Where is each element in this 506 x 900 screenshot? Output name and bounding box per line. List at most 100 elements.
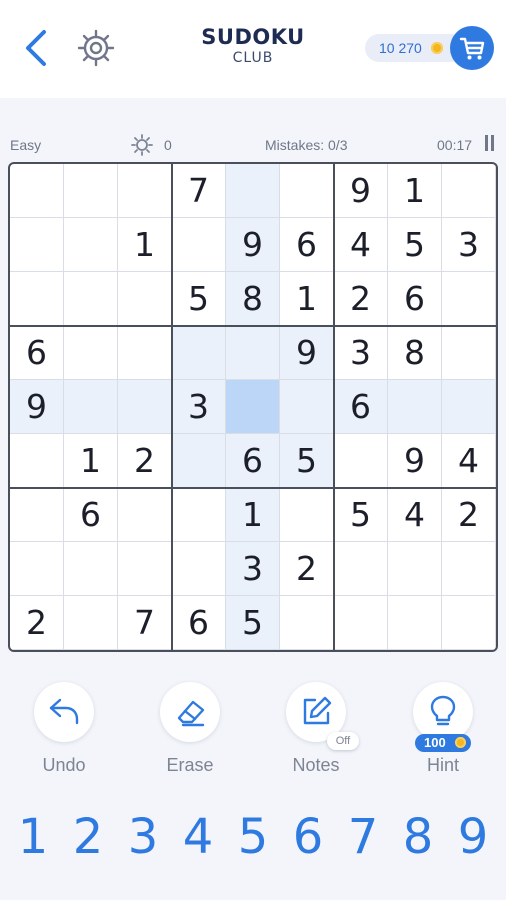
sudoku-cell[interactable] [280, 488, 334, 542]
sudoku-cell[interactable] [334, 434, 388, 488]
sudoku-cell[interactable]: 6 [172, 596, 226, 650]
sudoku-cell[interactable] [226, 326, 280, 380]
sudoku-cell[interactable]: 9 [388, 434, 442, 488]
undo-label: Undo [42, 755, 86, 775]
sudoku-cell[interactable] [442, 542, 496, 596]
number-key-4[interactable]: 4 [171, 808, 225, 866]
sudoku-cell[interactable] [334, 596, 388, 650]
sudoku-cell[interactable]: 5 [334, 488, 388, 542]
sudoku-cell[interactable] [280, 164, 334, 218]
sudoku-cell[interactable] [10, 272, 64, 326]
number-key-5[interactable]: 5 [226, 808, 280, 866]
sudoku-cell[interactable]: 6 [64, 488, 118, 542]
sudoku-cell[interactable]: 1 [388, 164, 442, 218]
number-key-9[interactable]: 9 [446, 808, 500, 866]
sudoku-cell[interactable]: 4 [442, 434, 496, 488]
sudoku-cell[interactable]: 1 [226, 488, 280, 542]
sudoku-cell[interactable] [64, 326, 118, 380]
back-button[interactable] [20, 26, 54, 70]
sudoku-cell[interactable]: 3 [172, 380, 226, 434]
erase-button[interactable]: Erase [145, 682, 235, 782]
sudoku-cell[interactable] [388, 380, 442, 434]
sudoku-cell[interactable]: 5 [226, 596, 280, 650]
sudoku-cell[interactable]: 6 [334, 380, 388, 434]
pause-icon [491, 135, 494, 151]
sudoku-cell[interactable]: 1 [118, 218, 172, 272]
number-key-8[interactable]: 8 [391, 808, 445, 866]
sudoku-cell[interactable] [118, 326, 172, 380]
sudoku-cell[interactable] [118, 380, 172, 434]
sudoku-cell[interactable]: 2 [118, 434, 172, 488]
sudoku-cell[interactable] [10, 164, 64, 218]
sudoku-cell[interactable]: 6 [10, 326, 64, 380]
sudoku-cell[interactable]: 2 [442, 488, 496, 542]
sudoku-cell[interactable] [388, 596, 442, 650]
sudoku-cell[interactable] [64, 542, 118, 596]
sudoku-cell[interactable]: 1 [280, 272, 334, 326]
sudoku-cell[interactable]: 8 [388, 326, 442, 380]
sudoku-cell[interactable] [226, 164, 280, 218]
sudoku-cell[interactable]: 4 [334, 218, 388, 272]
sudoku-cell[interactable]: 6 [388, 272, 442, 326]
sudoku-cell[interactable]: 9 [10, 380, 64, 434]
sudoku-cell[interactable] [442, 380, 496, 434]
sudoku-cell[interactable]: 9 [280, 326, 334, 380]
sudoku-cell[interactable] [118, 272, 172, 326]
shop-button[interactable] [450, 26, 494, 70]
sudoku-cell[interactable]: 9 [334, 164, 388, 218]
sudoku-cell[interactable] [172, 218, 226, 272]
notes-button[interactable]: Off Notes [271, 682, 361, 782]
sudoku-cell[interactable]: 2 [334, 272, 388, 326]
hint-button[interactable]: 100 Hint [398, 682, 488, 782]
sudoku-cell[interactable]: 7 [172, 164, 226, 218]
sudoku-cell[interactable]: 2 [280, 542, 334, 596]
sudoku-cell[interactable] [442, 326, 496, 380]
sudoku-cell[interactable]: 6 [280, 218, 334, 272]
sudoku-cell[interactable]: 7 [118, 596, 172, 650]
sudoku-cell[interactable] [118, 488, 172, 542]
sudoku-cell[interactable] [334, 542, 388, 596]
sudoku-cell[interactable]: 8 [226, 272, 280, 326]
number-key-2[interactable]: 2 [61, 808, 115, 866]
sudoku-cell[interactable]: 1 [64, 434, 118, 488]
sudoku-cell[interactable]: 4 [388, 488, 442, 542]
sudoku-cell[interactable] [280, 380, 334, 434]
sudoku-cell[interactable]: 2 [10, 596, 64, 650]
sudoku-cell[interactable] [10, 542, 64, 596]
sudoku-cell[interactable] [442, 164, 496, 218]
sudoku-cell[interactable] [172, 326, 226, 380]
sudoku-cell[interactable]: 3 [334, 326, 388, 380]
number-key-7[interactable]: 7 [336, 808, 390, 866]
sudoku-cell[interactable] [10, 218, 64, 272]
sudoku-cell[interactable] [10, 488, 64, 542]
sudoku-cell[interactable]: 3 [442, 218, 496, 272]
settings-button[interactable] [74, 26, 118, 70]
sudoku-cell[interactable]: 5 [172, 272, 226, 326]
sudoku-cell[interactable] [442, 596, 496, 650]
sudoku-cell[interactable] [118, 164, 172, 218]
number-key-6[interactable]: 6 [281, 808, 335, 866]
sudoku-cell[interactable] [280, 596, 334, 650]
sudoku-cell[interactable]: 9 [226, 218, 280, 272]
sudoku-cell[interactable]: 3 [226, 542, 280, 596]
pause-button[interactable] [484, 135, 496, 153]
sudoku-cell[interactable] [64, 218, 118, 272]
sudoku-cell[interactable]: 5 [388, 218, 442, 272]
sudoku-cell[interactable] [442, 272, 496, 326]
sudoku-cell[interactable] [64, 596, 118, 650]
sudoku-cell[interactable] [64, 164, 118, 218]
sudoku-cell[interactable] [388, 542, 442, 596]
sudoku-cell[interactable]: 6 [226, 434, 280, 488]
number-key-3[interactable]: 3 [116, 808, 170, 866]
sudoku-cell[interactable] [172, 542, 226, 596]
sudoku-cell[interactable] [172, 488, 226, 542]
number-key-1[interactable]: 1 [6, 808, 60, 866]
sudoku-cell[interactable] [118, 542, 172, 596]
sudoku-cell[interactable] [64, 380, 118, 434]
sudoku-cell[interactable] [64, 272, 118, 326]
sudoku-cell[interactable] [172, 434, 226, 488]
sudoku-cell[interactable] [226, 380, 280, 434]
undo-button[interactable]: Undo [19, 682, 109, 782]
sudoku-cell[interactable] [10, 434, 64, 488]
sudoku-cell[interactable]: 5 [280, 434, 334, 488]
